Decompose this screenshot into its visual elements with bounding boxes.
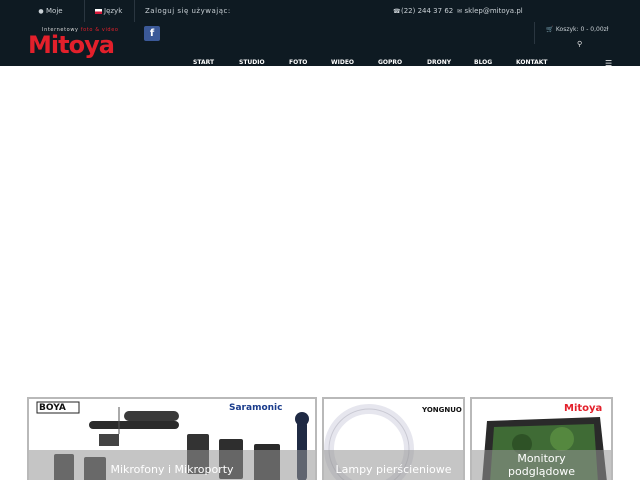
phone-icon: ☎	[393, 8, 401, 15]
divider	[134, 0, 135, 22]
category-tile-ring-lights[interactable]: YONGNUO Lampy pierścieniowe	[322, 397, 465, 480]
envelope-icon: ✉	[456, 8, 462, 15]
brand-logo-mitoya: Mitoya	[564, 403, 603, 414]
nav-item-studio[interactable]: STUDIO	[239, 59, 265, 66]
language-label: Język	[104, 7, 123, 15]
tile-caption: Lampy pierścieniowe	[324, 450, 463, 480]
nav-item-kontakt[interactable]: KONTAKT	[516, 59, 548, 66]
email-address[interactable]: sklep@mitoya.pl	[464, 7, 522, 15]
nav-item-drony[interactable]: DRONY	[427, 59, 451, 66]
nav-item-foto[interactable]: FOTO	[289, 59, 307, 66]
logo-text: Mitoya	[28, 31, 115, 59]
cart-icon: 🛒	[546, 26, 554, 33]
cart-value: 0 - 0,00zł	[580, 26, 609, 33]
facebook-icon[interactable]: f	[144, 26, 160, 41]
language-selector[interactable]: Język	[95, 0, 122, 22]
category-tile-microphones[interactable]: BOYA Saramonic Mikrofony i Mikroporty	[27, 397, 317, 480]
phone-link[interactable]: ☎(22) 244 37 62 ✉ sklep@mitoya.pl	[393, 0, 523, 22]
account-link[interactable]: ● Moje	[38, 0, 63, 22]
nav-item-wideo[interactable]: WIDEO	[331, 59, 354, 66]
account-label: Moje	[46, 7, 63, 15]
tile-caption: Mikrofony i Mikroporty	[29, 450, 315, 480]
top-bar: ● Moje Język Zaloguj się używając: ☎(22) …	[0, 0, 640, 22]
divider	[84, 0, 85, 22]
category-tile-monitors[interactable]: Mitoya Monitory podglądowe	[470, 397, 613, 480]
site-header: Internetowy foto & video Mitoya f 🛒 Kosz…	[0, 22, 640, 68]
cart-label: Koszyk:	[555, 26, 579, 33]
search-icon[interactable]: ⚲	[577, 40, 582, 48]
hero-banner	[0, 66, 640, 396]
phone-number: (22) 244 37 62	[401, 7, 454, 15]
brand-logo-boya: BOYA	[39, 403, 66, 413]
divider	[534, 22, 535, 44]
logo[interactable]: Internetowy foto & video Mitoya	[28, 27, 128, 59]
polish-flag-icon	[95, 8, 102, 14]
login-text: Zaloguj się używając:	[145, 7, 231, 15]
brand-logo-yongnuo: YONGNUO	[422, 406, 462, 414]
tile-caption: Monitory podglądowe	[472, 450, 611, 480]
brand-logo-saramonic: Saramonic	[229, 403, 283, 413]
nav-item-start[interactable]: START	[193, 59, 214, 66]
user-icon: ●	[38, 8, 44, 15]
nav-item-blog[interactable]: BLOG	[474, 59, 492, 66]
nav-item-gopro[interactable]: GOPRO	[378, 59, 402, 66]
cart-link[interactable]: 🛒 Koszyk: 0 - 0,00zł	[546, 26, 609, 33]
